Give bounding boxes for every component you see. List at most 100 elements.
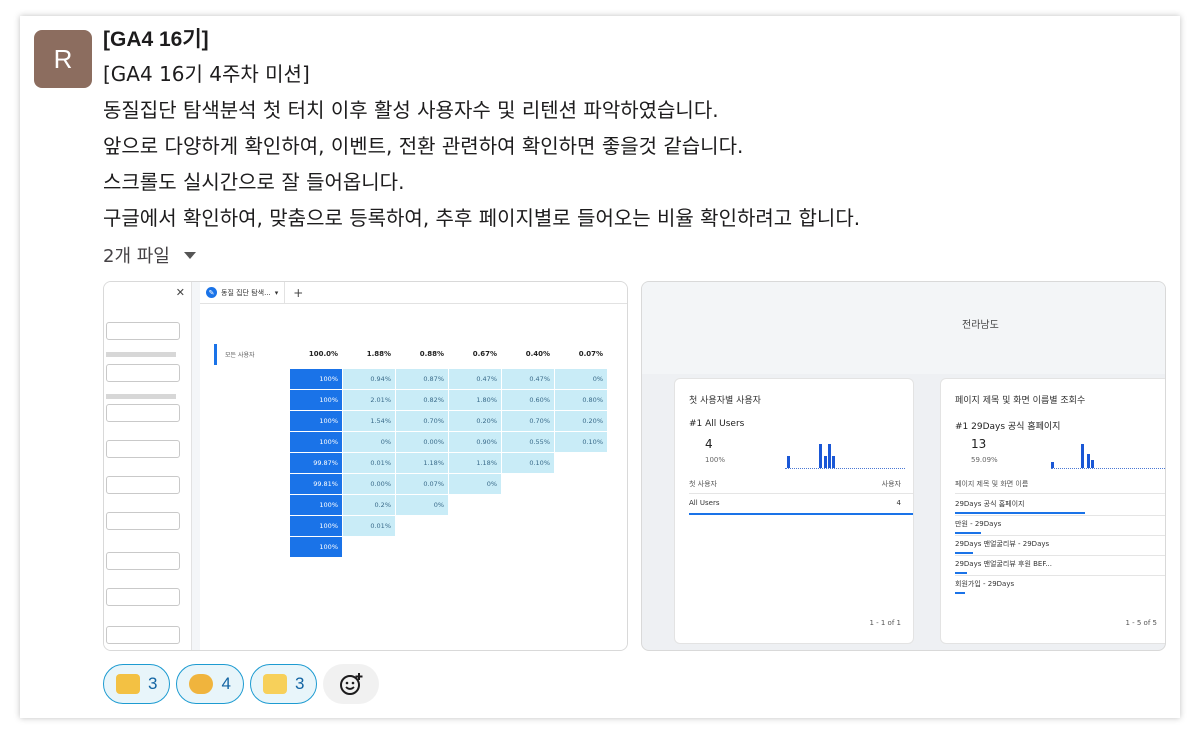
- pager[interactable]: 1 - 5 of 5: [1125, 619, 1157, 627]
- table-cell: 0%: [396, 495, 449, 516]
- panel-field: [106, 626, 180, 644]
- table-cell: 100%: [290, 390, 343, 411]
- table-row: 100% 0.01%: [214, 516, 608, 537]
- files-label: 2개 파일: [103, 246, 170, 267]
- row-label: 모든 사용자: [214, 344, 290, 365]
- users-card: 첫 사용자별 사용자 #1 All Users 4 100% 첫 사용자 사용자…: [674, 378, 914, 644]
- happy-blob-emoji-icon: [189, 674, 214, 694]
- card-rank: #1 All Users: [689, 419, 745, 429]
- divider: [955, 493, 1165, 494]
- panel-label: [106, 352, 176, 357]
- row-label: [214, 516, 290, 537]
- table-cell: 0.47%: [449, 369, 502, 390]
- reaction-count: 4: [221, 674, 231, 693]
- row-label: 29Days 맨얼굴리뷰 후원 BEF...: [955, 560, 1052, 568]
- row-bar: [955, 572, 967, 574]
- variables-panel: ✕: [104, 282, 192, 650]
- row-label: [214, 495, 290, 516]
- close-icon: ✕: [175, 286, 185, 299]
- exploration-tab[interactable]: ✎ 동질 집단 탐색... ▾: [200, 282, 286, 304]
- row-bar: [955, 592, 965, 594]
- table-cell: 0.2%: [343, 495, 396, 516]
- table-row: 29Days 공식 홈페이지: [955, 499, 1165, 509]
- table-row: 29Days 맨얼굴리뷰 - 29Days: [955, 539, 1165, 549]
- add-reaction-icon: [340, 673, 363, 695]
- table-cell: 0.80%: [555, 390, 608, 411]
- avatar-initial: R: [53, 43, 73, 74]
- panel-field: [106, 404, 180, 422]
- message-line: 구글에서 확인하여, 맞춤으로 등록하여, 추후 페이지별로 들어오는 비율 확…: [103, 206, 861, 230]
- row-label: [214, 474, 290, 495]
- divider: [955, 535, 1165, 536]
- table-cell: 0.47%: [502, 369, 555, 390]
- table-cell: 100%: [290, 537, 343, 558]
- card-value: 4: [705, 437, 713, 451]
- divider: [955, 515, 1165, 516]
- clapping-emoji-icon: [116, 674, 140, 694]
- panel-field: [106, 364, 180, 382]
- panel-field: [106, 552, 180, 570]
- row-label: All Users: [689, 499, 720, 507]
- row-bar: [955, 552, 973, 554]
- reaction-happy-blob[interactable]: 4: [176, 664, 244, 704]
- add-reaction-button[interactable]: [323, 664, 380, 704]
- sender-name[interactable]: [GA4 16기]: [103, 24, 1163, 56]
- column-header: 첫 사용자: [689, 480, 717, 488]
- reaction-laptop[interactable]: 3: [249, 664, 318, 704]
- row-label: [214, 369, 290, 390]
- table-cell: 100%: [290, 411, 343, 432]
- column-header: 페이지 제목 및 화면 이름: [955, 480, 1029, 488]
- reaction-count: 3: [294, 674, 305, 693]
- table-row: 100%: [214, 537, 608, 558]
- row-bar: [689, 513, 913, 515]
- table-cell: 0.55%: [502, 432, 555, 453]
- table-row: 99.81% 0.00% 0.07% 0%: [214, 474, 608, 495]
- table-cell: 0.94%: [343, 369, 396, 390]
- card-value: 13: [971, 437, 987, 451]
- files-toggle[interactable]: 2개 파일: [103, 242, 1163, 268]
- row-label: 만원 - 29Days: [955, 520, 1002, 528]
- panel-field: [106, 440, 180, 458]
- attachment-thumbnail-2[interactable]: 전라남도 첫 사용자별 사용자 #1 All Users 4 100% 첫 사용…: [641, 281, 1166, 651]
- message-line: [GA4 16기 4주차 미션]: [103, 62, 310, 86]
- table-cell: 0.88%: [396, 344, 449, 365]
- cohort-table: 모든 사용자 100.0% 1.88% 0.88% 0.67% 0.40% 0.07% 100…: [214, 344, 608, 558]
- table-cell: 100%: [290, 432, 343, 453]
- message-body: [GA4 16기] [GA4 16기 4주차 미션] 동질집단 탐색분석 첫 터…: [103, 24, 1163, 268]
- table-cell: 0.07%: [555, 344, 608, 365]
- pencil-icon: ✎: [206, 287, 217, 298]
- table-cell: 0.10%: [502, 453, 555, 474]
- table-cell: 0.82%: [396, 390, 449, 411]
- row-label: 회원가입 - 29Days: [955, 580, 1015, 588]
- row-label: [214, 411, 290, 432]
- table-cell: 0.70%: [502, 411, 555, 432]
- table-cell: 99.87%: [290, 453, 343, 474]
- table-cell: 1.18%: [449, 453, 502, 474]
- row-label: [214, 537, 290, 558]
- message-line: 앞으로 다양하게 확인하여, 이벤트, 전환 관련하여 확인하면 좋을것 같습니…: [103, 134, 744, 158]
- table-cell: 0.00%: [396, 432, 449, 453]
- card-table-header: 첫 사용자 사용자: [689, 479, 913, 489]
- caret-down-icon: [183, 251, 196, 259]
- reaction-count: 3: [148, 674, 158, 693]
- add-tab-icon[interactable]: +: [285, 286, 311, 300]
- tab-label: 동질 집단 탐색...: [221, 288, 271, 297]
- panel-field: [106, 512, 180, 530]
- reaction-clapping[interactable]: 3: [103, 664, 171, 704]
- row-bar: [955, 512, 1085, 514]
- bar: [832, 456, 835, 468]
- row-label: [214, 390, 290, 411]
- total-row: 모든 사용자 100.0% 1.88% 0.88% 0.67% 0.40% 0.07%: [214, 344, 608, 365]
- bar: [819, 444, 822, 468]
- pager[interactable]: 1 - 1 of 1: [869, 619, 901, 627]
- column-header: 사용자: [881, 480, 901, 488]
- table-cell: 1.80%: [449, 390, 502, 411]
- table-cell: 0%: [555, 369, 608, 390]
- table-cell: 1.88%: [343, 344, 396, 365]
- avatar[interactable]: R: [34, 30, 92, 88]
- bar: [828, 444, 831, 468]
- attachment-thumbnail-1[interactable]: ✕ ✎ 동질 집단 탐색... ▾ + 모든 사용자100.0%1.88%: [103, 281, 628, 651]
- bar: [1091, 460, 1094, 468]
- row-label: 29Days 맨얼굴리뷰 - 29Days: [955, 540, 1050, 548]
- table-cell: 0.20%: [555, 411, 608, 432]
